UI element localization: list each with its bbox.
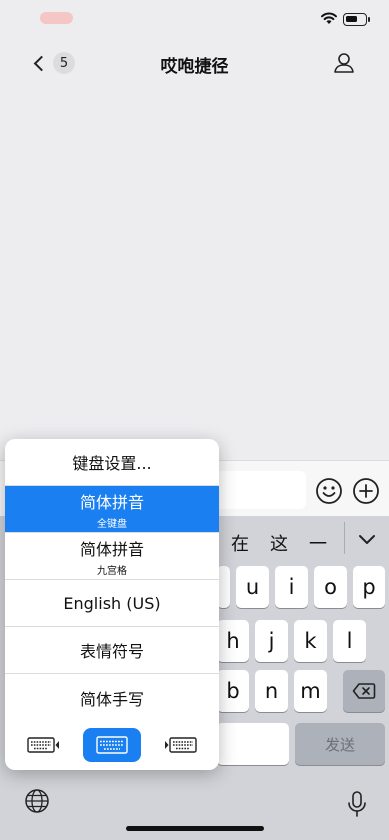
delete-key[interactable] [343,670,385,712]
plus-icon[interactable] [352,477,380,505]
send-key[interactable]: 发送 [295,723,385,765]
keyboard-option-handwriting[interactable]: 简体手写 [5,674,219,721]
key-u[interactable]: u [236,566,269,608]
keyboard-left-option[interactable] [15,728,73,762]
profile-icon[interactable] [331,50,357,76]
option-sublabel: 九宫格 [97,565,127,577]
key-j[interactable]: j [255,620,288,662]
option-label: English (US) [63,593,161,613]
emoji-icon[interactable] [315,477,343,505]
key-o[interactable]: o [314,566,347,608]
option-label: 表情符号 [79,642,144,661]
option-label: 简体拼音 [79,492,144,512]
option-sublabel: 全键盘 [97,518,127,530]
battery-icon [343,13,370,26]
candidate-divider [344,522,345,554]
option-label: 简体拼音 [79,539,144,559]
keyboard-switcher-popup: 键盘设置... 简体拼音 全键盘 简体拼音 九宫格 English (US) 表… [5,439,219,770]
key-i[interactable]: i [275,566,308,608]
keyboard-left-icon [27,737,59,753]
key-b[interactable]: b [217,670,249,712]
key-l[interactable]: l [333,620,366,662]
backspace-icon [352,683,376,699]
home-indicator [126,826,264,831]
candidate-word[interactable]: 在 [231,530,249,556]
key-n[interactable]: n [255,670,288,712]
key-m[interactable]: m [294,670,327,712]
space-key[interactable] [217,723,289,765]
wifi-icon [321,12,337,24]
battery-level [346,16,357,22]
keyboard-full-option[interactable] [83,728,141,762]
keyboard-option-emoji[interactable]: 表情符号 [5,627,219,674]
chat-area [0,86,389,460]
keyboard-settings-item[interactable]: 键盘设置... [5,439,219,486]
candidate-word[interactable]: 这 [270,530,288,556]
status-bar [0,0,389,40]
key-p[interactable]: p [353,566,385,608]
keyboard-option-pinyin-9key[interactable]: 简体拼音 九宫格 [5,533,219,580]
keyboard-settings-label: 键盘设置... [72,454,152,473]
keyboard-option-pinyin-full[interactable]: 简体拼音 全键盘 [5,486,219,533]
globe-icon[interactable] [24,788,50,814]
key-k[interactable]: k [294,620,327,662]
microphone-icon[interactable] [346,790,368,818]
nav-bar: 5 哎咆捷径 [0,40,389,86]
keyboard-right-option[interactable] [151,728,209,762]
chevron-down-icon[interactable] [358,530,376,548]
recording-indicator [40,12,73,24]
option-label: 简体手写 [79,689,144,709]
candidate-word[interactable]: 一 [309,530,327,556]
keyboard-option-english[interactable]: English (US) [5,580,219,627]
keyboard-right-icon [165,737,197,753]
key-h[interactable]: h [217,620,249,662]
keyboard-full-icon [96,736,128,754]
